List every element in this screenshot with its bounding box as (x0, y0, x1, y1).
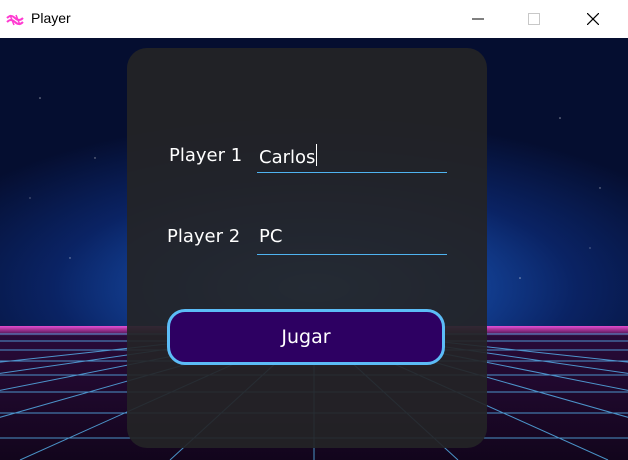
minimize-icon (472, 18, 484, 20)
player2-value: PC (259, 226, 283, 247)
title-bar: Player (0, 0, 628, 39)
player2-label: Player 2 (167, 226, 241, 247)
maximize-icon (528, 13, 540, 25)
window-title: Player (31, 10, 71, 26)
player2-input[interactable]: PC (257, 224, 447, 255)
synthwave-background: Player 1 Carlos Player 2 PC Jugar (0, 38, 628, 460)
close-icon (587, 13, 599, 25)
text-caret (316, 144, 318, 166)
minimize-button[interactable] (455, 0, 501, 38)
player-setup-panel: Player 1 Carlos Player 2 PC Jugar (127, 48, 487, 448)
close-button[interactable] (570, 0, 616, 38)
game-logo-icon (6, 12, 26, 26)
player1-label: Player 1 (169, 145, 243, 166)
maximize-button (511, 0, 557, 38)
player1-value: Carlos (259, 147, 316, 168)
player1-input[interactable]: Carlos (257, 142, 447, 173)
play-button[interactable]: Jugar (167, 309, 445, 365)
